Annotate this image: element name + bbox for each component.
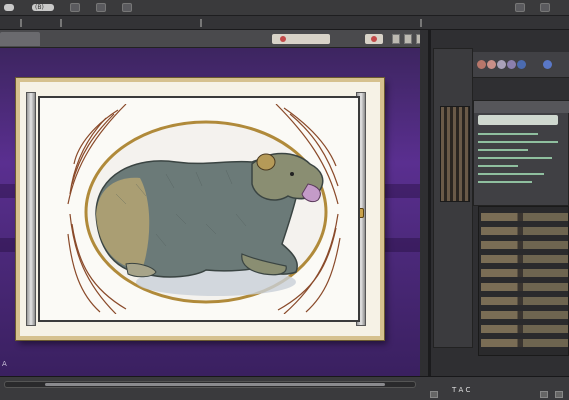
layers-caption [480,348,568,358]
toolbar-divider [20,19,22,27]
status-text: T A C [452,386,471,394]
property-row[interactable] [478,181,532,183]
layer-row[interactable] [481,311,568,319]
close-icon[interactable] [555,391,563,398]
bear-ear [256,153,276,171]
swatch-icon[interactable] [507,60,516,69]
properties-tab[interactable] [474,101,569,113]
layer-row[interactable] [481,269,568,277]
options-toolbar [0,16,569,30]
navigator-thumbnail[interactable] [440,106,470,202]
property-row[interactable] [478,165,518,167]
record-icon[interactable] [371,36,377,42]
artwork-frame[interactable] [16,78,384,340]
view-icon[interactable] [122,3,132,12]
layer-row[interactable] [481,297,568,305]
properties-panel [473,100,569,206]
toolbar-divider [200,19,202,27]
menu-item-1[interactable] [4,4,14,11]
dock-splitter[interactable] [428,30,431,400]
canvas-side-marker: A [2,360,7,368]
document-tab-strip [0,30,430,48]
property-row[interactable] [478,133,538,135]
bear-eye [290,172,294,176]
property-row[interactable] [478,173,544,175]
panel-icon[interactable] [392,34,400,44]
window-icon[interactable] [515,3,525,12]
info-icon[interactable] [430,391,438,398]
swatch-icon[interactable] [477,60,486,69]
layer-row[interactable] [481,325,568,333]
document-tab[interactable] [0,32,40,46]
file-icon[interactable] [70,3,80,12]
layer-row[interactable] [481,283,568,291]
swatch-icon[interactable] [517,60,526,69]
properties-title [478,115,558,125]
edit-icon[interactable] [96,3,106,12]
bear-illustration [67,104,341,314]
record-icon[interactable] [280,36,286,42]
layers-panel [478,206,569,356]
layer-row[interactable] [481,339,568,347]
property-row[interactable] [478,157,552,159]
menu-bar: (B) [0,0,569,16]
property-row[interactable] [478,141,558,143]
help-icon[interactable] [540,3,550,12]
layer-row[interactable] [481,241,568,249]
layer-row[interactable] [481,255,568,263]
menu-item-2[interactable]: (B) [32,4,54,11]
toolbar-divider [420,19,422,27]
settings-icon[interactable] [540,391,548,398]
status-bar [0,376,569,400]
property-row[interactable] [478,149,528,151]
toolbar-divider [60,19,62,27]
scrollbar-thumb[interactable] [45,383,385,386]
swatch-icon[interactable] [487,60,496,69]
layer-row[interactable] [481,213,568,221]
left-frame-post [26,92,36,326]
swatch-icon[interactable] [497,60,506,69]
layer-row[interactable] [481,227,568,235]
panel-icon[interactable] [404,34,412,44]
horizontal-scrollbar[interactable] [4,381,416,388]
swatch-icon[interactable] [543,60,552,69]
